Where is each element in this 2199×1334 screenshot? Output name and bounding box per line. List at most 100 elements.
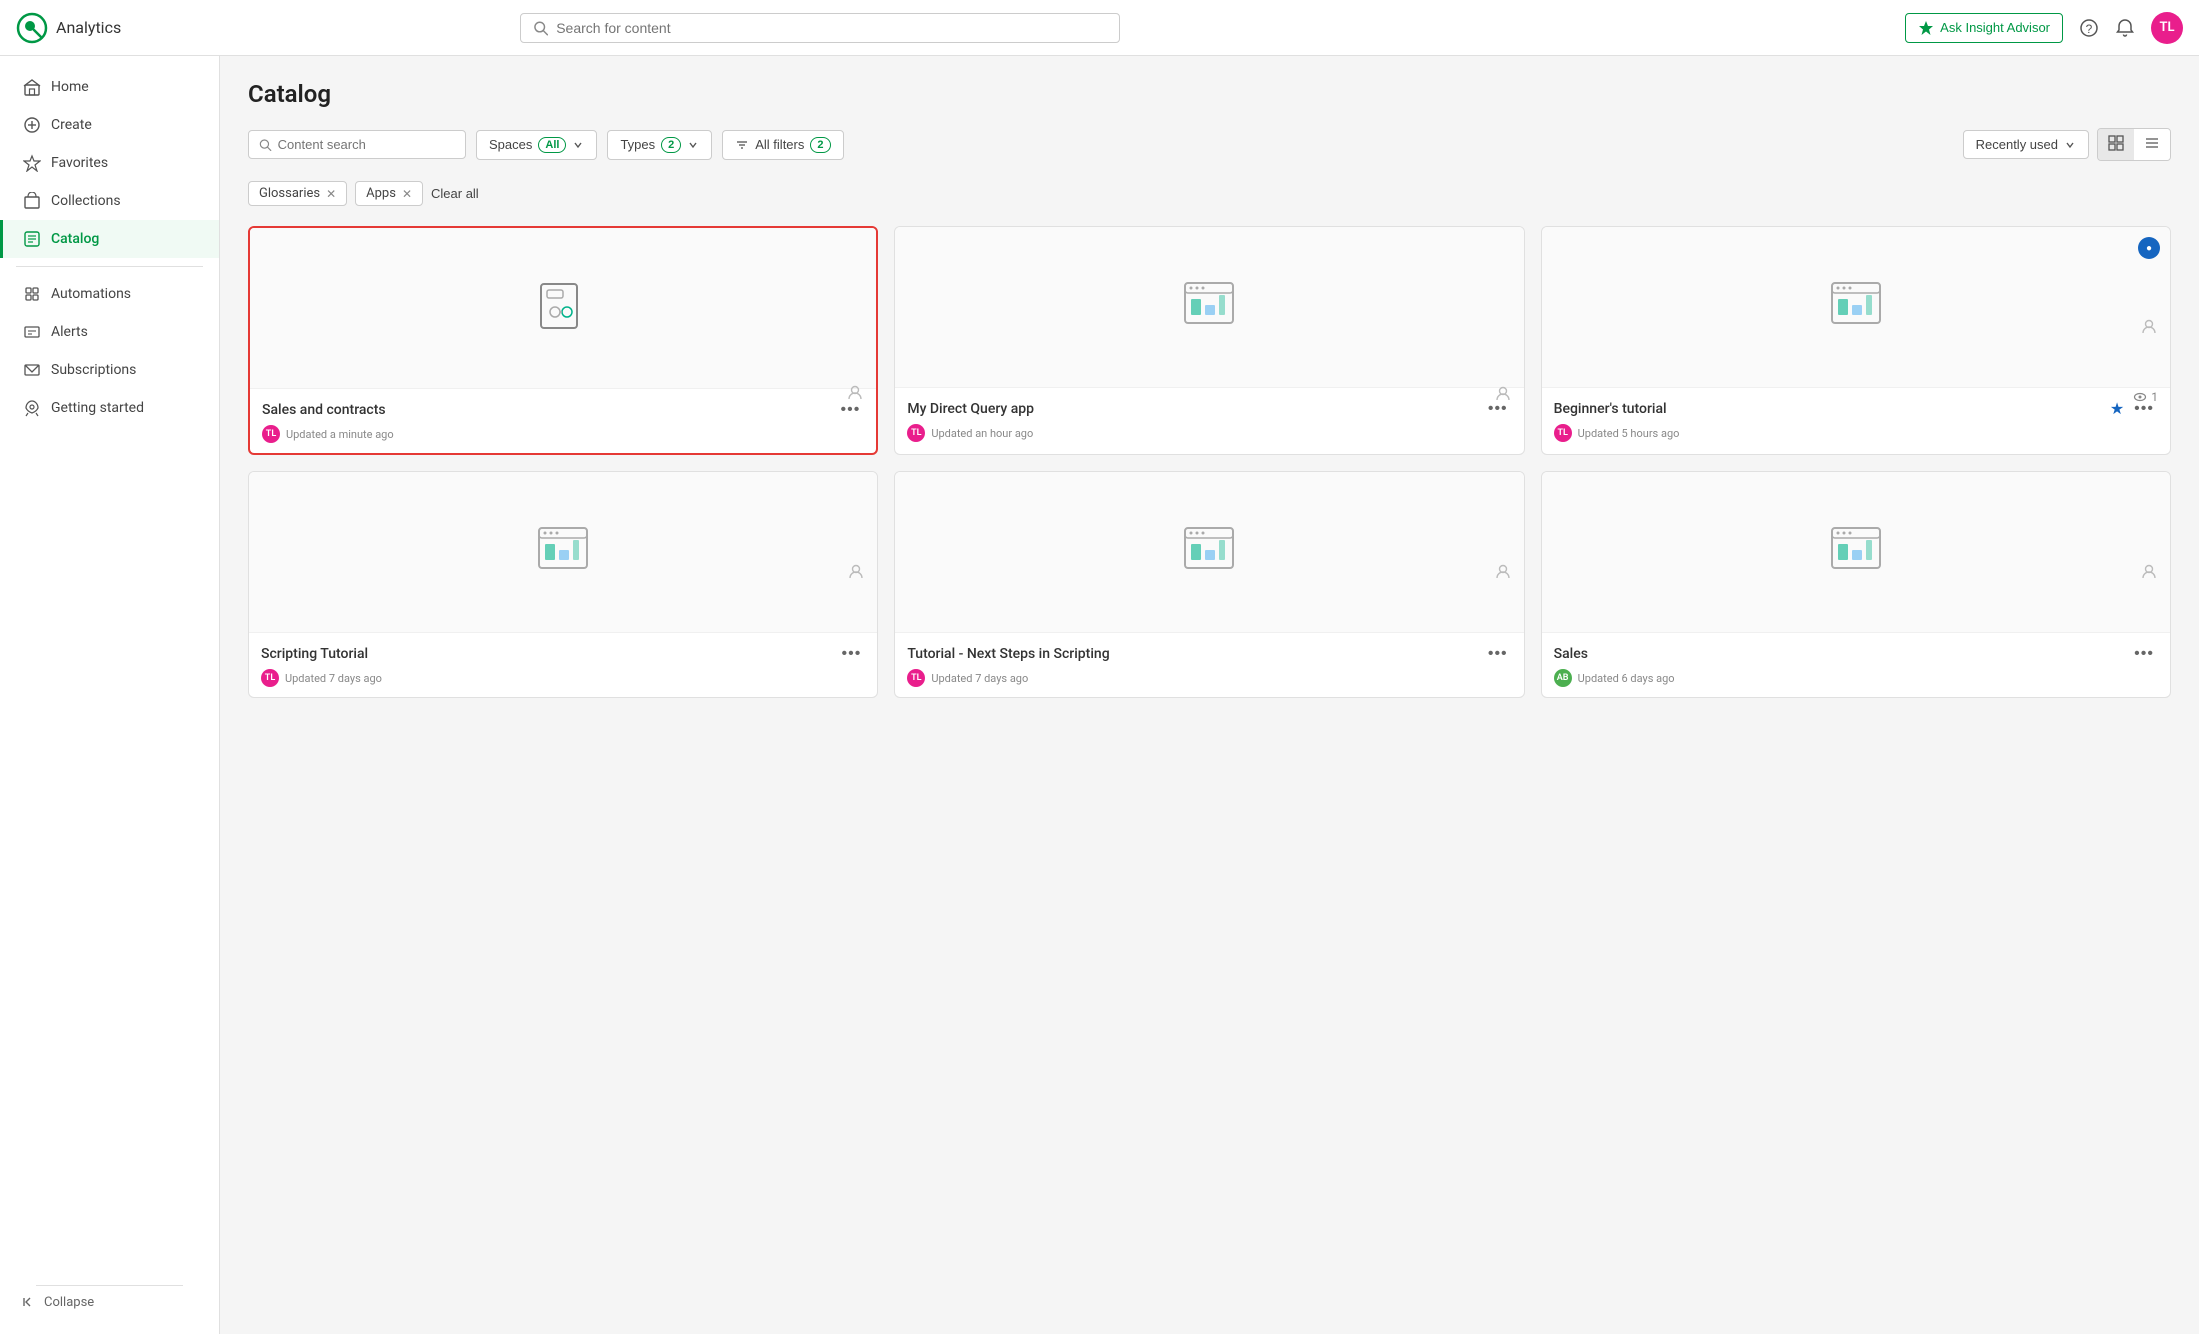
card-meta-5: AB Updated 6 days ago	[1554, 669, 2158, 687]
collapse-icon	[20, 1294, 36, 1310]
filter-icon	[735, 138, 749, 152]
collections-icon	[23, 192, 41, 210]
sidebar-item-favorites[interactable]: Favorites	[0, 144, 219, 182]
all-filters-label: All filters	[755, 137, 804, 152]
card-footer-top-5: Sales •••	[1554, 643, 2158, 665]
logo-area: Analytics	[16, 12, 121, 44]
sidebar-item-collections[interactable]: Collections	[0, 182, 219, 220]
spaces-filter-button[interactable]: Spaces All	[476, 130, 597, 160]
card-image-scripting-tutorial	[249, 472, 877, 632]
card-user-icon-1	[1494, 384, 1512, 402]
app-title: Analytics	[56, 18, 121, 37]
notifications-button[interactable]	[2115, 18, 2135, 38]
card-footer-4: Tutorial - Next Steps in Scripting ••• T…	[895, 632, 1523, 697]
user-avatar[interactable]: TL	[2151, 12, 2183, 44]
global-search-box[interactable]	[520, 13, 1120, 43]
grid-icon	[2108, 135, 2124, 151]
global-search-input[interactable]	[556, 20, 1107, 36]
sidebar-divider-1	[16, 266, 203, 267]
sidebar-item-automations[interactable]: Automations	[0, 275, 219, 313]
ask-insight-advisor-button[interactable]: Ask Insight Advisor	[1905, 13, 2063, 43]
card-title-4: Tutorial - Next Steps in Scripting	[907, 646, 1109, 662]
app-icon-4	[1177, 520, 1241, 584]
filter-bar: Spaces All Types 2 All filters	[248, 128, 2171, 161]
sidebar-item-getting-started[interactable]: Getting started	[0, 389, 219, 427]
tags-row: Glossaries ✕ Apps ✕ Clear all	[248, 181, 2171, 206]
card-time-4: Updated 7 days ago	[931, 672, 1028, 685]
subscriptions-icon	[23, 361, 41, 379]
sort-control: Recently used	[1963, 128, 2171, 161]
card-image-next-steps	[895, 472, 1523, 632]
content-search-input[interactable]	[278, 137, 455, 152]
insight-advisor-icon	[1918, 20, 1934, 36]
app-icon-3	[531, 520, 595, 584]
card-avatar-5: AB	[1554, 669, 1572, 687]
tag-apps[interactable]: Apps ✕	[355, 181, 423, 206]
sidebar-item-home[interactable]: Home	[0, 68, 219, 106]
tag-glossaries-close[interactable]: ✕	[326, 187, 336, 201]
card-meta-4: TL Updated 7 days ago	[907, 669, 1511, 687]
types-label: Types	[620, 137, 655, 152]
content-search-box[interactable]	[248, 130, 466, 159]
card-user-icon-4	[1494, 562, 1512, 580]
types-filter-button[interactable]: Types 2	[607, 130, 712, 160]
eye-icon	[2133, 390, 2147, 404]
spaces-chevron-icon	[572, 139, 584, 151]
sidebar-label-subscriptions: Subscriptions	[51, 362, 136, 378]
card-sales[interactable]: Sales ••• AB Updated 6 days ago	[1541, 471, 2171, 698]
sidebar-item-catalog[interactable]: Catalog	[0, 220, 219, 258]
list-view-button[interactable]	[2134, 129, 2170, 160]
card-star-button-2[interactable]: ★	[2110, 399, 2124, 419]
sidebar-item-create[interactable]: Create	[0, 106, 219, 144]
sidebar-divider-2	[36, 1285, 183, 1286]
card-user-icon-0	[846, 383, 864, 405]
glossary-icon	[531, 276, 595, 340]
sidebar-item-alerts[interactable]: Alerts	[0, 313, 219, 351]
card-image-direct-query	[895, 227, 1523, 387]
clear-all-button[interactable]: Clear all	[431, 186, 479, 201]
plus-icon	[23, 116, 41, 134]
content-search-icon	[259, 138, 272, 152]
view-toggle	[2097, 128, 2171, 161]
sort-dropdown-button[interactable]: Recently used	[1963, 130, 2089, 159]
card-more-button-4[interactable]: •••	[1484, 643, 1512, 665]
card-views-count-2: 1	[2151, 390, 2158, 404]
app-icon-5	[1824, 520, 1888, 584]
tag-glossaries[interactable]: Glossaries ✕	[248, 181, 347, 206]
topbar: Analytics Ask Insight Advisor ?	[0, 0, 2199, 56]
sidebar-label-automations: Automations	[51, 286, 131, 302]
card-direct-query[interactable]: My Direct Query app ••• TL Updated an ho…	[894, 226, 1524, 455]
catalog-icon	[23, 230, 41, 248]
card-title-3: Scripting Tutorial	[261, 646, 368, 662]
sidebar-label-collections: Collections	[51, 193, 121, 209]
all-filters-button[interactable]: All filters 2	[722, 130, 843, 160]
card-title-0: Sales and contracts	[262, 402, 386, 418]
card-more-button-5[interactable]: •••	[2130, 643, 2158, 665]
card-image-sales-contracts	[250, 228, 876, 388]
card-views-2: 1	[2133, 390, 2158, 404]
card-meta-1: TL Updated an hour ago	[907, 424, 1511, 442]
bell-icon	[2115, 18, 2135, 38]
card-avatar-4: TL	[907, 669, 925, 687]
rocket-icon	[23, 399, 41, 417]
sidebar: Home Create Favorites Collections	[0, 56, 220, 1334]
help-button[interactable]: ?	[2079, 18, 2099, 38]
card-next-steps[interactable]: Tutorial - Next Steps in Scripting ••• T…	[894, 471, 1524, 698]
card-sales-contracts[interactable]: Sales and contracts ••• TL Updated a min…	[248, 226, 878, 455]
card-title-2: Beginner's tutorial	[1554, 401, 1667, 417]
app-icon-2	[1824, 275, 1888, 339]
sidebar-label-alerts: Alerts	[51, 324, 88, 340]
card-footer-3: Scripting Tutorial ••• TL Updated 7 days…	[249, 632, 877, 697]
card-beginners-tutorial[interactable]: ● Beginner's tutorial ★ •••	[1541, 226, 2171, 455]
card-time-2: Updated 5 hours ago	[1578, 427, 1680, 440]
sidebar-label-favorites: Favorites	[51, 155, 108, 171]
sidebar-collapse-button[interactable]: Collapse	[20, 1294, 199, 1310]
card-footer-0: Sales and contracts ••• TL Updated a min…	[250, 388, 876, 453]
tag-apps-close[interactable]: ✕	[402, 187, 412, 201]
card-more-button-3[interactable]: •••	[838, 643, 866, 665]
card-scripting-tutorial[interactable]: Scripting Tutorial ••• TL Updated 7 days…	[248, 471, 878, 698]
sidebar-item-subscriptions[interactable]: Subscriptions	[0, 351, 219, 389]
catalog-content: Catalog Spaces All Types 2	[220, 56, 2199, 1334]
grid-view-button[interactable]	[2098, 129, 2134, 160]
card-actions-5: •••	[2130, 643, 2158, 665]
